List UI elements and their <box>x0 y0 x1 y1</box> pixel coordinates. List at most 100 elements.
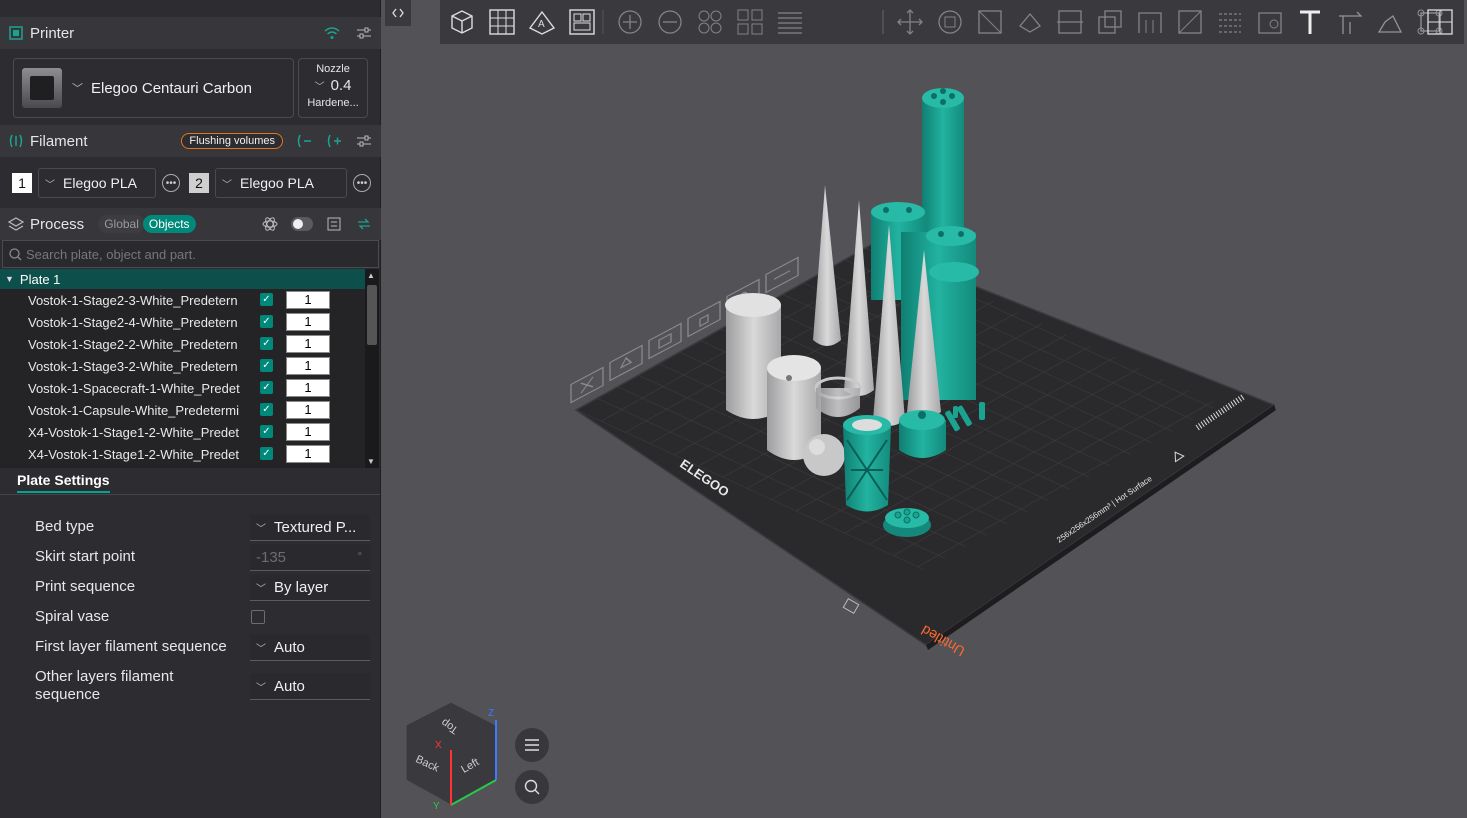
tree-scrollbar[interactable]: ▲ ▼ <box>365 269 379 468</box>
object-search-input[interactable]: Search plate, object and part. <box>2 240 379 268</box>
advanced-atom-icon[interactable] <box>261 215 279 233</box>
divider <box>0 494 380 495</box>
layers-icon <box>8 216 24 232</box>
filament-select[interactable]: ﹀ Elegoo PLA <box>38 168 156 198</box>
chevron-down-icon: ﹀ <box>256 643 266 655</box>
object-quantity-input[interactable]: 1 <box>286 423 330 441</box>
toggle-objects[interactable]: Objects <box>142 215 196 233</box>
print-sequence-value: By layer <box>274 578 329 596</box>
filament-color-swatch[interactable]: 1 <box>12 173 32 193</box>
printer-selector[interactable]: ﹀ Elegoo Centauri Carbon <box>13 58 294 118</box>
lock-plate-icon[interactable] <box>687 300 721 338</box>
plate-label: Plate 1 <box>19 271 61 287</box>
skirt-start-input: -135 ° <box>250 544 370 571</box>
wifi-icon[interactable] <box>323 24 341 42</box>
object-quantity-input[interactable]: 1 <box>286 313 330 331</box>
object-name: Vostok-1-Stage2-3-White_Predetern <box>28 292 238 308</box>
model-teal-lattice[interactable] <box>843 415 891 512</box>
object-quantity-input[interactable]: 1 <box>286 335 330 353</box>
chevron-down-icon: ﹀ <box>222 179 232 191</box>
object-quantity-input[interactable]: 1 <box>286 291 330 309</box>
object-visible-checkbox[interactable]: ✓ <box>260 403 273 416</box>
3d-viewport[interactable]: A ELEGOO 256x256x256mm³ | Hot Surface Un… <box>381 0 1467 818</box>
tree-object-row[interactable]: Vostok-1-Stage2-4-White_Predetern ✓ 1 <box>0 311 379 333</box>
object-quantity-input[interactable]: 1 <box>286 445 330 463</box>
print-sequence-select[interactable]: ﹀ By layer <box>250 574 370 601</box>
nozzle-selector[interactable]: Nozzle ﹀ 0.4 Hardene... <box>298 58 368 118</box>
flushing-volumes-button[interactable]: Flushing volumes <box>181 133 283 149</box>
move-plate-icon[interactable] <box>765 256 799 294</box>
plate-settings-tab[interactable]: Plate Settings <box>17 472 110 493</box>
tree-object-row[interactable]: X4-Vostok-1-Stage1-2-White_Predet ✓ 1 <box>0 421 379 443</box>
filament-remove-icon[interactable] <box>295 132 313 150</box>
object-visible-checkbox[interactable]: ✓ <box>260 337 273 350</box>
model-teal-capsule[interactable] <box>899 410 946 458</box>
chevron-down-icon: ﹀ <box>256 583 266 595</box>
object-name: Vostok-1-Spacecraft-1-White_Predet <box>28 380 240 396</box>
other-layers-seq-value: Auto <box>274 677 305 695</box>
object-visible-checkbox[interactable]: ✓ <box>260 315 273 328</box>
tree-plate-row[interactable]: ▼ Plate 1 <box>0 269 379 289</box>
filament-section-header[interactable]: Filament Flushing volumes <box>0 125 381 157</box>
toggle-global[interactable]: Global <box>98 215 145 233</box>
filament-settings-icon[interactable] <box>355 132 373 150</box>
tree-object-row[interactable]: Vostok-1-Stage2-2-White_Predetern ✓ 1 <box>0 333 379 355</box>
tree-object-row[interactable]: Vostok-1-Capsule-White_Predetermi ✓ 1 <box>0 399 379 421</box>
zoom-to-fit-button[interactable] <box>515 770 549 804</box>
tree-object-row[interactable]: Vostok-1-Stage2-3-White_Predetern ✓ 1 <box>0 289 379 311</box>
view-menu-button[interactable] <box>515 728 549 762</box>
skirt-start-value: -135 <box>256 548 287 566</box>
object-quantity-input[interactable]: 1 <box>286 357 330 375</box>
printer-thumbnail <box>22 68 62 108</box>
object-quantity-input[interactable]: 1 <box>286 401 330 419</box>
plate-lock-icon[interactable] <box>842 597 860 615</box>
chevron-down-icon: ﹀ <box>256 523 266 535</box>
object-name: Vostok-1-Stage2-4-White_Predetern <box>28 314 238 330</box>
scrollbar-thumb[interactable] <box>367 285 377 345</box>
scroll-up-icon[interactable]: ▲ <box>367 271 375 280</box>
model-teal-base[interactable] <box>883 508 931 537</box>
search-icon <box>524 779 540 795</box>
expand-triangle-icon[interactable]: ▼ <box>5 274 14 284</box>
object-visible-checkbox[interactable]: ✓ <box>260 359 273 372</box>
tree-object-row[interactable]: Vostok-1-Stage3-2-White_Predetern ✓ 1 <box>0 355 379 377</box>
process-list-icon[interactable] <box>325 215 343 233</box>
scroll-down-icon[interactable]: ▼ <box>367 457 375 466</box>
filament-add-icon[interactable] <box>325 132 343 150</box>
view-cube[interactable]: Top Back Left X Y Z <box>401 700 501 812</box>
compare-icon[interactable] <box>355 215 373 233</box>
advanced-toggle-switch[interactable] <box>291 217 313 231</box>
printer-icon <box>8 25 24 41</box>
tree-object-row[interactable]: X4-Vostok-1-Stage1-2-White_Predet ✓ 1 <box>0 443 379 465</box>
filament-color-swatch[interactable]: 2 <box>189 173 209 193</box>
object-visible-checkbox[interactable]: ✓ <box>260 293 273 306</box>
slicer-app: Printer ﹀ Elegoo Centauri Carbon Nozzle … <box>0 0 1467 818</box>
first-layer-seq-value: Auto <box>274 638 305 656</box>
filament-slot-1: 1 ﹀ Elegoo PLA ••• <box>12 168 180 198</box>
printer-section-header[interactable]: Printer <box>0 17 381 49</box>
process-scope-toggle[interactable]: Global Objects <box>98 215 196 233</box>
object-visible-checkbox[interactable]: ✓ <box>260 447 273 460</box>
build-plate-scene[interactable]: ELEGOO 256x256x256mm³ | Hot Surface Unti… <box>381 0 1467 818</box>
filament-select[interactable]: ﹀ Elegoo PLA <box>215 168 347 198</box>
spiral-vase-checkbox[interactable] <box>251 610 265 624</box>
object-visible-checkbox[interactable]: ✓ <box>260 425 273 438</box>
process-section-header[interactable]: Process Global Objects <box>0 208 381 240</box>
tree-object-row[interactable]: Vostok-1-Spacecraft-1-White_Predet ✓ 1 <box>0 377 379 399</box>
object-name: X4-Vostok-1-Stage1-2-White_Predet <box>28 424 239 440</box>
chevron-down-icon: ﹀ <box>45 179 55 191</box>
first-layer-seq-select[interactable]: ﹀ Auto <box>250 634 370 661</box>
more-options-icon[interactable]: ••• <box>353 174 371 192</box>
other-layers-seq-select[interactable]: ﹀ Auto <box>250 673 370 700</box>
model-gray-sphere[interactable] <box>803 434 845 476</box>
object-visible-checkbox[interactable]: ✓ <box>260 381 273 394</box>
search-placeholder: Search plate, object and part. <box>26 246 196 262</box>
more-options-icon[interactable]: ••• <box>162 174 180 192</box>
object-quantity-input[interactable]: 1 <box>286 379 330 397</box>
bed-type-select[interactable]: ﹀ Textured P... <box>250 514 370 541</box>
object-name: X4-Vostok-1-Stage1-2-White_Predet <box>28 446 239 462</box>
model-tall-teal-cylinder[interactable] <box>922 88 964 248</box>
printer-settings-icon[interactable] <box>355 24 373 42</box>
object-tree: ▼ Plate 1 Vostok-1-Stage2-3-White_Predet… <box>0 269 379 468</box>
search-icon <box>9 247 22 261</box>
